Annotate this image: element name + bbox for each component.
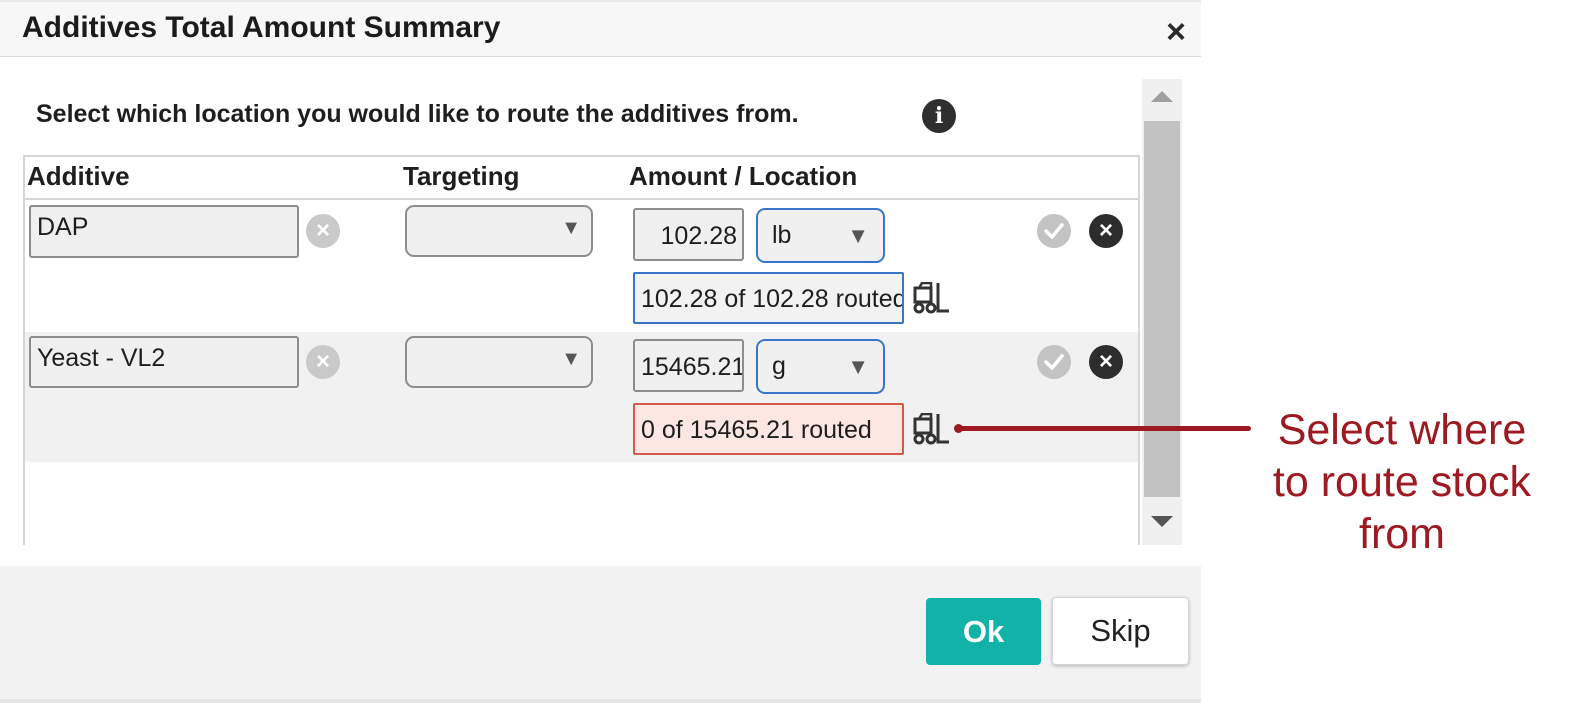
additives-summary-dialog: Additives Total Amount Summary × Select … xyxy=(0,0,1201,703)
remove-row-icon[interactable]: × xyxy=(1089,214,1123,248)
amount-input[interactable]: 102.28 xyxy=(633,208,744,261)
close-icon[interactable]: × xyxy=(1160,14,1192,50)
forklift-icon[interactable] xyxy=(912,413,950,445)
dialog-title: Additives Total Amount Summary xyxy=(22,11,501,44)
chevron-down-icon: ▼ xyxy=(847,223,869,248)
remove-row-icon[interactable]: × xyxy=(1089,345,1123,379)
unit-value: lb xyxy=(772,221,792,249)
column-header-additive: Additive xyxy=(27,161,130,191)
targeting-select[interactable]: ▼ xyxy=(405,336,593,388)
unit-value: g xyxy=(772,352,786,380)
scroll-up-arrow-icon[interactable] xyxy=(1151,91,1173,102)
check-circle-icon[interactable] xyxy=(1037,214,1071,248)
dialog-titlebar: Additives Total Amount Summary × xyxy=(0,0,1201,57)
additive-name-field[interactable]: DAP xyxy=(29,205,299,258)
instruction-text: Select which location you would like to … xyxy=(36,100,799,128)
targeting-select[interactable]: ▼ xyxy=(405,205,593,257)
clear-additive-icon[interactable]: × xyxy=(306,214,340,248)
skip-button[interactable]: Skip xyxy=(1052,597,1189,665)
ok-button[interactable]: Ok xyxy=(926,598,1041,665)
clear-additive-icon[interactable]: × xyxy=(306,345,340,379)
additive-name-field[interactable]: Yeast - VL2 xyxy=(29,336,299,388)
scroll-down-arrow-icon[interactable] xyxy=(1151,516,1173,527)
header-divider xyxy=(25,198,1138,200)
info-icon[interactable]: i xyxy=(922,99,956,133)
amount-input[interactable]: 15465.21 xyxy=(633,339,744,392)
unit-select[interactable]: g ▼ xyxy=(756,339,885,394)
chevron-down-icon: ▼ xyxy=(561,348,581,370)
check-circle-icon[interactable] xyxy=(1037,345,1071,379)
chevron-down-icon: ▼ xyxy=(561,217,581,239)
callout-line xyxy=(957,426,1251,431)
column-header-targeting: Targeting xyxy=(403,161,520,191)
column-header-amount-location: Amount / Location xyxy=(629,161,858,191)
callout-annotation: Select where to route stock from xyxy=(1272,406,1532,558)
unit-select[interactable]: lb ▼ xyxy=(756,208,885,263)
scrollbar-thumb[interactable] xyxy=(1144,121,1180,497)
routed-status-field[interactable]: 0 of 15465.21 routed xyxy=(633,403,904,455)
chevron-down-icon: ▼ xyxy=(847,354,869,379)
routed-status-field[interactable]: 102.28 of 102.28 routed xyxy=(633,272,904,324)
forklift-icon[interactable] xyxy=(912,282,950,314)
